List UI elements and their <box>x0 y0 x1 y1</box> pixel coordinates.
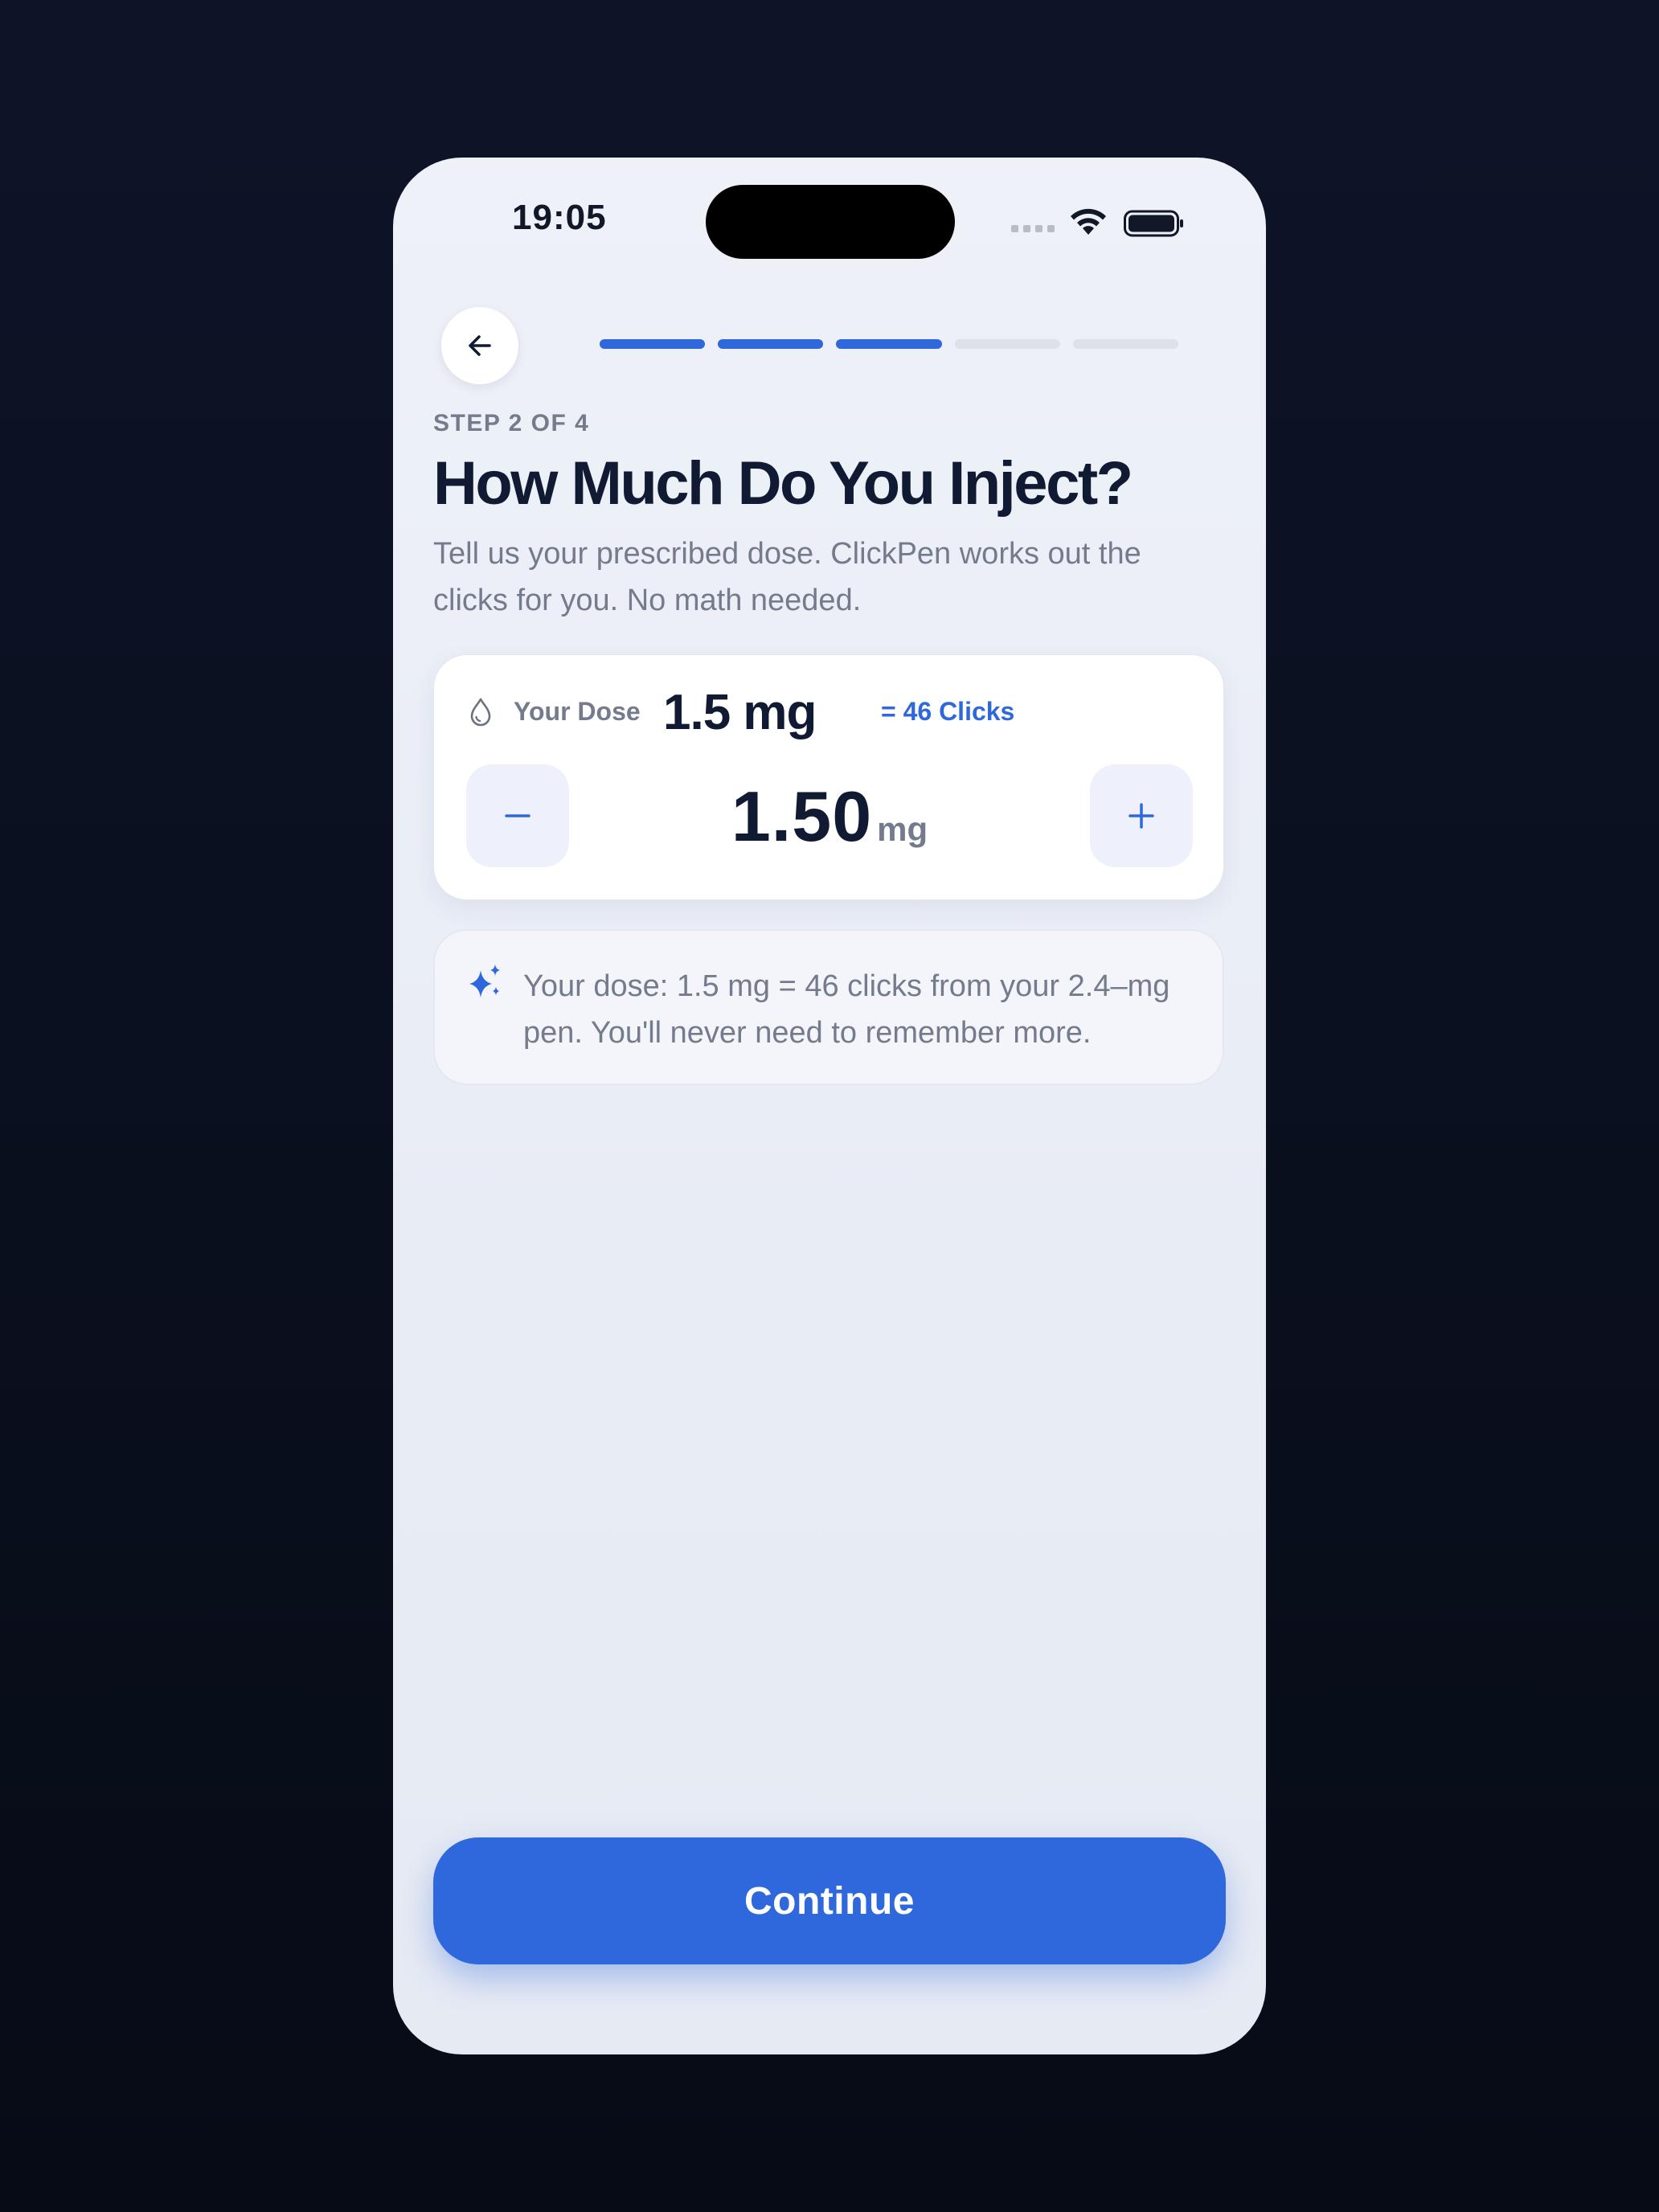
dose-info-text: Your dose: 1.5 mg = 46 clicks from your … <box>523 969 1170 1050</box>
progress-indicator <box>600 339 1179 349</box>
progress-segment <box>836 339 942 349</box>
sparkle-icon <box>469 965 500 997</box>
dose-label: Your Dose <box>514 697 641 726</box>
arrow-left-icon <box>469 335 491 356</box>
progress-segment <box>1072 339 1179 349</box>
dose-card: Your Dose 1.5 mg = 46 Clicks 1.50 mg <box>433 654 1224 900</box>
progress-segment <box>954 339 1060 349</box>
dose-info-card: Your dose: 1.5 mg = 46 clicks from your … <box>433 929 1224 1085</box>
battery-icon <box>1124 210 1183 237</box>
status-time: 19:05 <box>512 198 607 237</box>
progress-segment <box>600 339 706 349</box>
increase-dose-button[interactable] <box>1090 764 1193 867</box>
back-button[interactable] <box>441 307 518 384</box>
dynamic-island <box>706 185 955 259</box>
plus-icon <box>1129 803 1154 829</box>
page-title: How Much Do You Inject? <box>433 449 1133 518</box>
droplet-icon <box>470 698 491 727</box>
step-label: STEP 2 OF 4 <box>433 410 590 436</box>
dose-value: 1.5 mg <box>663 685 817 740</box>
dose-stepper-unit: mg <box>877 810 928 848</box>
continue-button[interactable]: Continue <box>433 1837 1226 1964</box>
cellular-signal-icon <box>1011 225 1056 233</box>
phone-screen: 19:05 STEP 2 OF 4 How Much Do You Inject… <box>393 158 1266 2054</box>
progress-segment <box>718 339 824 349</box>
dose-stepper-number: 1.50 <box>731 776 873 856</box>
wifi-icon <box>1071 208 1106 235</box>
dose-clicks: = 46 Clicks <box>881 697 1015 726</box>
page-subtitle: Tell us your prescribed dose. ClickPen w… <box>433 537 1141 617</box>
